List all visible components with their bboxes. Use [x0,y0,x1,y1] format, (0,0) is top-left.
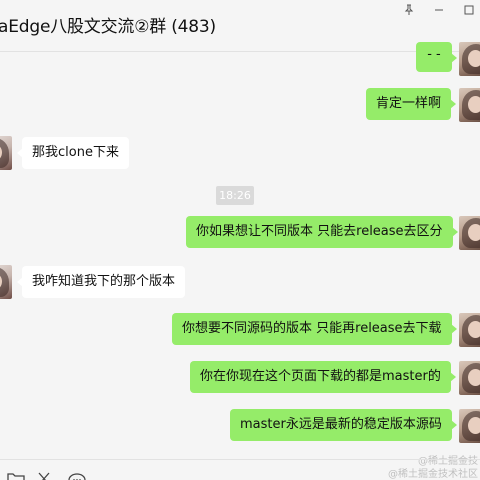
message-bubble[interactable]: 你想要不同源码的版本 只能再release去下载 [172,313,457,345]
avatar[interactable] [459,216,480,250]
timestamp: 18:26 [216,186,254,205]
chat-title: aEdge八股文交流②群 (483) [0,17,216,37]
message-bubble[interactable]: 你在你现在这个页面下载的都是master的 [190,361,456,393]
avatar[interactable] [459,361,480,395]
scissors-icon[interactable] [36,469,58,480]
avatar[interactable] [459,42,480,76]
message-bubble[interactable]: 肯定一样啊 [366,88,457,120]
avatar[interactable] [0,136,12,170]
minimize-icon[interactable] [426,0,452,20]
pin-icon[interactable] [396,0,422,20]
message-bubble[interactable]: master永远是最新的稳定版本源码 [230,409,457,441]
avatar[interactable] [459,313,480,347]
message-bubble[interactable]: - - [416,42,457,72]
input-divider [0,459,480,460]
message-bubble[interactable]: 你如果想让不同版本 只能去release去区分 [186,216,458,248]
avatar[interactable] [459,409,480,443]
chat-header: aEdge八股文交流②群 (483) [0,0,480,52]
folder-icon[interactable] [7,469,29,480]
chat-history-icon[interactable] [67,469,89,480]
message-bubble[interactable]: 我咋知道我下的那个版本 [16,266,186,298]
avatar[interactable] [459,88,480,122]
maximize-icon[interactable] [456,0,480,20]
message-bubble[interactable]: 那我clone下来 [17,137,129,169]
watermark: @稀土掘金技术社区 [388,469,478,480]
avatar[interactable] [0,265,12,299]
